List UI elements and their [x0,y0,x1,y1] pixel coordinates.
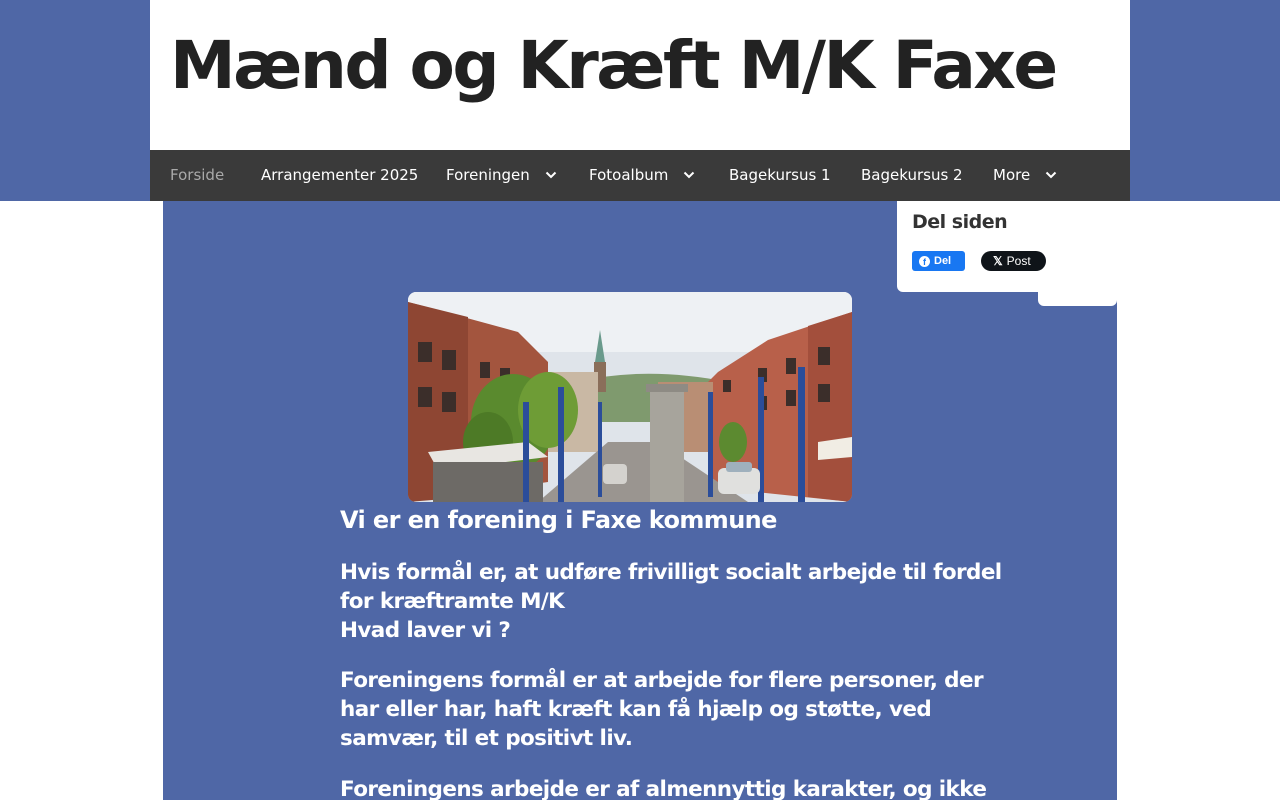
nav-item-label: Forside [170,166,225,184]
nav-item-label: Fotoalbum [589,166,669,184]
main-navigation: Forside Arrangementer 2025 Foreningen Fo… [150,150,1130,201]
purpose-text: Hvis formål er, at udføre frivilligt soc… [340,560,1002,614]
facebook-share-label: Del [934,255,952,267]
what-we-do-text: Hvad laver vi ? [340,618,511,643]
foundation-work-paragraph: Foreningens arbejde er af almennyttig ka… [340,777,987,800]
chevron-down-icon [683,171,695,178]
chevron-down-icon [1045,171,1057,178]
facebook-icon: f [919,256,930,267]
site-header: Mænd og Kræft M/K Faxe [150,0,1130,150]
nav-item-more[interactable]: More [993,150,1057,201]
share-title: Del siden [912,211,1008,233]
nav-item-bagekursus-1[interactable]: Bagekursus 1 [729,150,831,201]
purpose-paragraph: Hvis formål er, at udføre frivilligt soc… [340,558,1020,645]
foundation-purpose-paragraph: Foreningens formål er at arbejde for fle… [340,668,984,751]
nav-item-label: Bagekursus 2 [861,166,963,184]
facebook-share-button[interactable]: f Del [912,251,965,271]
x-post-label: Post [1006,254,1031,268]
nav-item-label: More [993,166,1031,184]
nav-item-fotoalbum[interactable]: Fotoalbum [589,150,695,201]
nav-item-label: Bagekursus 1 [729,166,831,184]
nav-item-forside[interactable]: Forside [170,150,224,201]
x-post-button[interactable]: 𝕏 Post [981,251,1046,271]
nav-item-label: Foreningen [446,166,530,184]
intro-heading: Vi er en forening i Faxe kommune [340,506,777,534]
chevron-down-icon [545,171,556,178]
nav-item-bagekursus-2[interactable]: Bagekursus 2 [861,150,963,201]
hero-street-image [408,292,852,502]
street-scene-image [408,292,852,502]
nav-item-label: Arrangementer 2025 [261,166,419,184]
share-widget: Del siden f Del 𝕏 Post [897,201,1117,292]
share-box-tail [1038,290,1117,306]
x-logo-icon: 𝕏 [993,254,1003,268]
nav-item-foreningen[interactable]: Foreningen [446,150,557,201]
nav-item-arrangementer-2025[interactable]: Arrangementer 2025 [261,150,418,201]
site-title[interactable]: Mænd og Kræft M/K Faxe [170,26,1058,106]
